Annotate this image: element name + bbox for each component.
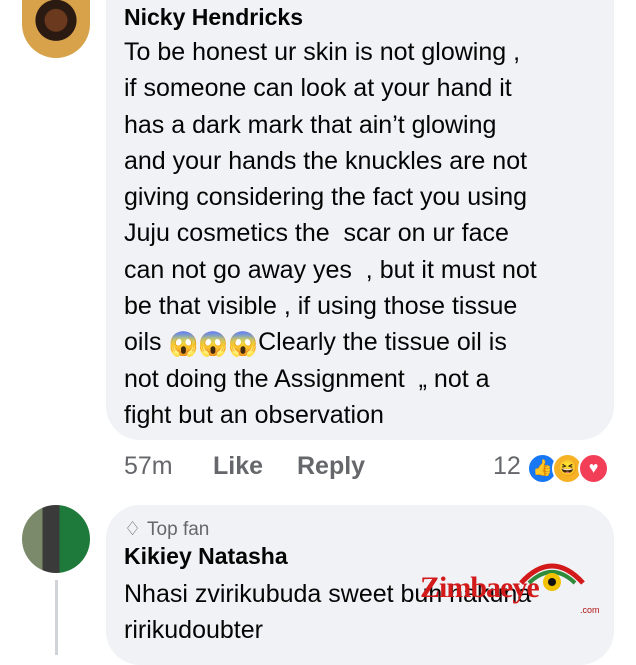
- avatar-nicky-hendricks[interactable]: [22, 0, 90, 58]
- comment-line: giving considering the fact you using: [124, 183, 528, 212]
- comment-line: if someone can look at your hand it: [124, 74, 512, 103]
- reply-button[interactable]: Reply: [297, 452, 365, 481]
- top-fan-badge: ♢ Top fan: [124, 518, 209, 541]
- comment-line: Juju cosmetics the scar on ur face: [124, 219, 509, 248]
- thread-line: [55, 580, 58, 655]
- comment-timestamp[interactable]: 57m: [124, 452, 173, 481]
- comment-line-suffix: Clearly the tissue oil is: [258, 328, 507, 357]
- like-button[interactable]: Like: [213, 452, 263, 481]
- love-reaction-icon[interactable]: ♥: [578, 453, 609, 484]
- watermark-logo: Zimbaeye .com: [420, 555, 610, 630]
- reply-author-name[interactable]: Kikiey Natasha: [124, 543, 288, 570]
- avatar-kikiey-natasha[interactable]: [22, 505, 90, 573]
- comment-line: not doing the Assignment „ not a: [124, 364, 490, 393]
- comment-line: and your hands the knuckles are not: [124, 146, 528, 175]
- watermark-dotcom: .com: [580, 605, 600, 615]
- comment-line: To be honest ur skin is not glowing ,: [124, 38, 521, 66]
- comment-line: can not go away yes , but it must not: [124, 255, 537, 284]
- reply-line: ririkudoubter: [124, 616, 263, 645]
- comment-line: be that visible , if using those tissue: [124, 292, 518, 321]
- comment-line-prefix: oils: [124, 328, 169, 357]
- reaction-count[interactable]: 12: [493, 452, 521, 481]
- comment-text: To be honest ur skin is not glowing , if…: [124, 34, 537, 433]
- scream-emoji-icon: 😱😱😱: [168, 331, 259, 359]
- comment-line: fight but an observation: [124, 400, 384, 429]
- diamond-icon: ♢: [124, 519, 142, 540]
- comment-author-name[interactable]: Nicky Hendricks: [124, 4, 303, 31]
- top-fan-label: Top fan: [147, 519, 210, 540]
- watermark-text: Zimbaeye: [420, 571, 540, 604]
- comment-line: has a dark mark that ain’t glowing: [124, 110, 497, 139]
